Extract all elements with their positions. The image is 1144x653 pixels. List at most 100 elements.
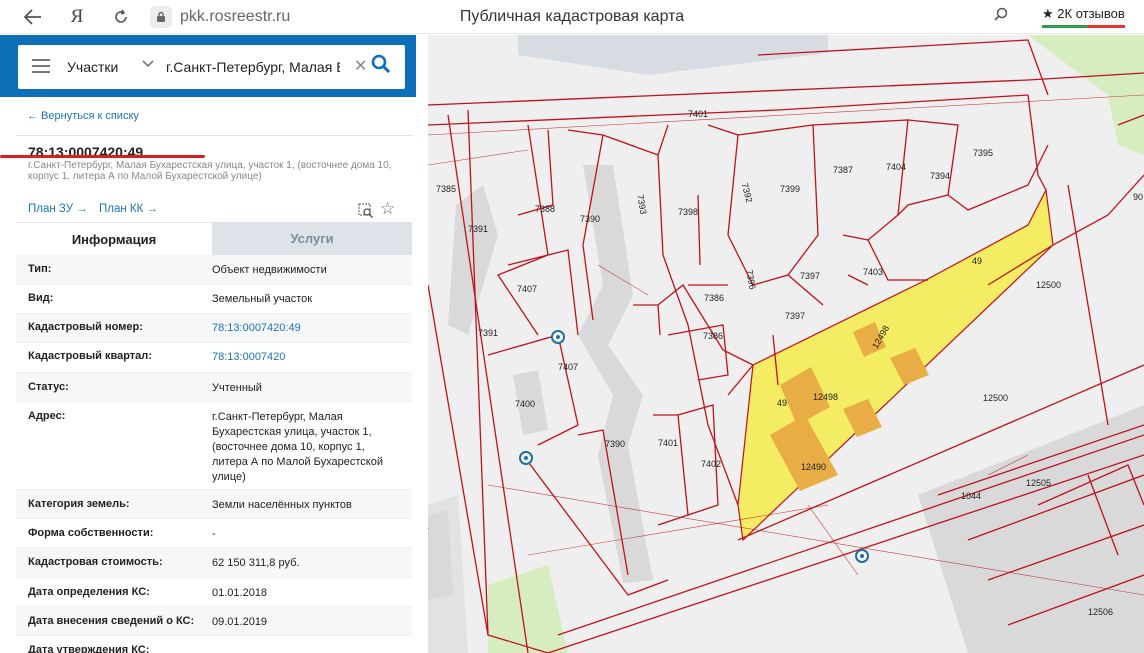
collapse-panel-button[interactable]: ‹: [412, 55, 416, 77]
row-key: Адрес:: [28, 410, 66, 422]
address-bar-url[interactable]: pkk.rosreestr.ru: [180, 8, 290, 26]
parcel-label: 7390: [605, 439, 625, 449]
parcel-label: 7397: [800, 271, 820, 281]
lock-icon[interactable]: [150, 6, 172, 28]
back-to-list-link[interactable]: ← Вернуться к списку: [27, 110, 139, 122]
parcel-label: 7394: [930, 171, 950, 181]
parcel-label: 7385: [436, 184, 456, 194]
parcel-label: 49: [777, 398, 787, 408]
parcel-label: 7407: [558, 362, 578, 372]
zoom-to-object-icon[interactable]: [358, 203, 374, 219]
parcel-label: 7404: [886, 162, 906, 172]
row-key: Кадастровый номер:: [28, 321, 143, 333]
search-type-select[interactable]: Участки: [67, 59, 118, 75]
favorite-star-icon[interactable]: ☆: [380, 199, 395, 219]
row-value: 09.01.2019: [212, 616, 268, 628]
search-input[interactable]: г.Санкт-Петербург, Малая Бух: [166, 59, 340, 75]
parcel-label: 7398: [678, 207, 698, 217]
tab-services[interactable]: Услуги: [212, 222, 412, 255]
parcel-label: 7407: [517, 284, 537, 294]
parcel-label: 7391: [468, 224, 488, 234]
parcel-label: 7386: [703, 331, 723, 341]
table-row: Кадастровая стоимость: 62 150 311,8 руб.: [16, 548, 412, 578]
red-underline-annotation: [0, 155, 205, 158]
search-box: Участки г.Санкт-Петербург, Малая Бух ✕: [18, 45, 405, 89]
parcel-label: 7391: [478, 328, 498, 338]
row-value: Земельный участок: [212, 293, 313, 305]
table-row: Адрес: г.Санкт-Петербург, Малая Бухарест…: [16, 402, 412, 490]
table-row: Вид: Земельный участок: [16, 285, 412, 314]
star-icon: ★: [1042, 6, 1054, 21]
table-row: Дата утверждения КС:: [16, 636, 412, 653]
row-key: Кадастровый квартал:: [28, 350, 152, 362]
table-row: Категория земель: Земли населённых пункт…: [16, 490, 412, 519]
reviews-badge[interactable]: ★ 2К отзывов: [1042, 4, 1125, 28]
row-key: Дата утверждения КС:: [28, 644, 150, 653]
table-row: Дата определения КС: 01.01.2018: [16, 578, 412, 607]
back-arrow-icon[interactable]: [22, 6, 44, 28]
row-key: Вид:: [28, 292, 54, 304]
table-row: Дата внесения сведений о КС: 09.01.2019: [16, 607, 412, 636]
tab-information[interactable]: Информация: [16, 222, 212, 255]
row-value: -: [212, 528, 216, 540]
map-marker-icon[interactable]: [855, 549, 869, 563]
table-row: Тип: Объект недвижимости: [16, 255, 412, 285]
info-panel: Участки г.Санкт-Петербург, Малая Бух ✕ ‹…: [0, 35, 416, 653]
parcel-label: 7395: [973, 148, 993, 158]
chevron-down-icon[interactable]: [142, 56, 154, 74]
yandex-icon[interactable]: Я: [66, 6, 88, 28]
parcel-label: 1044: [961, 491, 981, 501]
table-row: Статус: Учтенный: [16, 373, 412, 402]
parcel-label: 7401: [658, 438, 678, 448]
map-marker-icon[interactable]: [519, 451, 533, 465]
parcel-label: 7401: [688, 109, 708, 119]
search-bar: Участки г.Санкт-Петербург, Малая Бух ✕ ‹: [0, 35, 416, 97]
parcel-label: 90: [1133, 192, 1143, 202]
parcel-label: 12500: [1036, 280, 1061, 290]
plan-kk-link[interactable]: План КК →: [99, 203, 158, 215]
rating-stripe: [1042, 25, 1125, 28]
cadastral-number-link[interactable]: 78:13:0007420:49: [212, 321, 402, 336]
search-icon[interactable]: [994, 7, 1008, 25]
row-value: Объект недвижимости: [212, 264, 327, 276]
row-value: Земли населённых пунктов: [212, 499, 352, 511]
table-row: Кадастровый номер: 78:13:0007420:49: [16, 314, 412, 343]
menu-icon[interactable]: [32, 59, 50, 73]
divider: [16, 135, 412, 136]
parcel-label: 3-1: [428, 521, 429, 531]
parcel-label: 49: [972, 256, 982, 266]
parcel-label: 7387: [833, 165, 853, 175]
parcel-label: 7402: [701, 459, 721, 469]
parcel-label: 12506: [1088, 607, 1113, 617]
row-key: Кадастровая стоимость:: [28, 556, 163, 568]
parcel-label: 12500: [983, 393, 1008, 403]
row-key: Категория земель:: [28, 498, 130, 510]
parcel-label: 12490: [801, 462, 826, 472]
cadastral-quarter-link[interactable]: 78:13:0007420: [212, 350, 402, 365]
row-value: 62 150 311,8 руб.: [212, 557, 300, 569]
attributes-table: Тип: Объект недвижимости Вид: Земельный …: [16, 255, 412, 653]
row-key: Тип:: [28, 263, 52, 275]
parcel-label: 7388: [535, 204, 555, 214]
parcel-label: 7397: [785, 311, 805, 321]
row-key: Дата определения КС:: [28, 586, 150, 598]
tabs: Информация Услуги: [16, 222, 412, 255]
map-marker-icon[interactable]: [551, 330, 565, 344]
plan-zu-link[interactable]: План ЗУ →: [28, 203, 88, 215]
reviews-label: 2К отзывов: [1057, 6, 1125, 21]
table-row: Кадастровый квартал: 78:13:0007420: [16, 343, 412, 373]
search-button[interactable]: [370, 53, 394, 79]
browser-toolbar: Я pkk.rosreestr.ru Публичная кадастровая…: [0, 0, 1144, 34]
address-subtitle: г.Санкт-Петербург, Малая Бухарестская ул…: [28, 160, 392, 182]
clear-icon[interactable]: ✕: [354, 56, 367, 76]
parcel-label: 7386: [704, 293, 724, 303]
map-canvas[interactable]: 7385 7391 7388 7390 7393 7398 7401 7392 …: [428, 35, 1144, 653]
refresh-icon[interactable]: [110, 6, 132, 28]
cadastral-map[interactable]: 7385 7391 7388 7390 7393 7398 7401 7392 …: [428, 35, 1144, 653]
parcel-label: 7403: [863, 267, 883, 277]
table-row: Форма собственности: -: [16, 519, 412, 548]
row-value: Учтенный: [212, 382, 262, 394]
row-key: Форма собственности:: [28, 527, 154, 539]
parcel-label: 7399: [780, 184, 800, 194]
row-value: г.Санкт-Петербург, Малая Бухарестская ул…: [212, 411, 383, 483]
